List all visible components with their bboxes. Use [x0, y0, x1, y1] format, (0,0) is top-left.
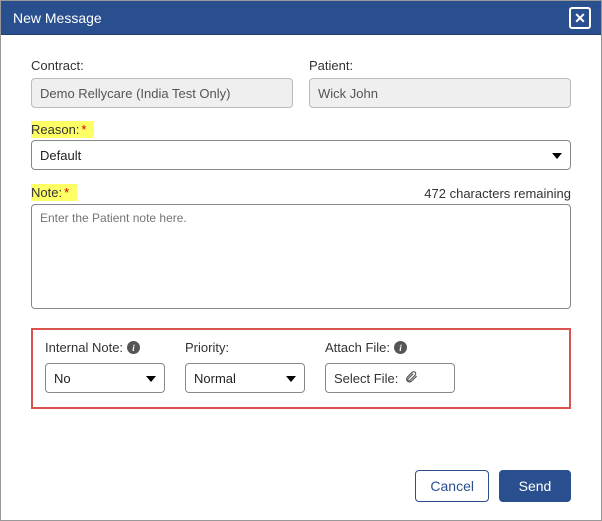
priority-value: Normal: [194, 371, 236, 386]
attach-file-button[interactable]: Select File:: [325, 363, 455, 393]
dialog-footer: Cancel Send: [415, 470, 571, 502]
note-label-text: Note:: [31, 185, 62, 200]
attach-file-label-text: Attach File:: [325, 340, 390, 355]
note-header-row: Note:* 472 characters remaining: [31, 184, 571, 201]
paperclip-icon: [404, 370, 418, 387]
internal-note-value: No: [54, 371, 71, 386]
contract-value: Demo Rellycare (India Test Only): [40, 86, 231, 101]
send-button[interactable]: Send: [499, 470, 571, 502]
note-label: Note:*: [31, 184, 77, 201]
characters-remaining: 472 characters remaining: [424, 186, 571, 201]
priority-select[interactable]: Normal: [185, 363, 305, 393]
dialog-header: New Message ✕: [1, 1, 601, 35]
patient-value: Wick John: [318, 86, 378, 101]
contract-col: Contract: Demo Rellycare (India Test Onl…: [31, 57, 293, 108]
patient-col: Patient: Wick John: [309, 57, 571, 108]
internal-note-label-text: Internal Note:: [45, 340, 123, 355]
reason-selected-value: Default: [40, 148, 81, 163]
info-icon[interactable]: i: [127, 341, 140, 354]
priority-label: Priority:: [185, 340, 305, 355]
reason-label-text: Reason:: [31, 122, 79, 137]
reason-section: Reason:* Default: [31, 122, 571, 170]
reason-label: Reason:*: [31, 121, 94, 138]
patient-label: Patient:: [309, 57, 361, 74]
reason-required-star: *: [81, 122, 86, 137]
close-button[interactable]: ✕: [569, 7, 591, 29]
patient-field: Wick John: [309, 78, 571, 108]
close-icon: ✕: [574, 11, 586, 25]
reason-select[interactable]: Default: [31, 140, 571, 170]
dialog-body: Contract: Demo Rellycare (India Test Onl…: [1, 35, 601, 419]
contract-label: Contract:: [31, 57, 92, 74]
attach-file-text: Select File:: [334, 371, 398, 386]
internal-note-col: Internal Note: i No: [45, 340, 165, 393]
new-message-dialog: New Message ✕ Contract: Demo Rellycare (…: [0, 0, 602, 521]
dialog-title: New Message: [13, 10, 102, 26]
cancel-button[interactable]: Cancel: [415, 470, 489, 502]
info-icon[interactable]: i: [394, 341, 407, 354]
attach-file-col: Attach File: i Select File:: [325, 340, 455, 393]
internal-note-select[interactable]: No: [45, 363, 165, 393]
priority-label-text: Priority:: [185, 340, 229, 355]
note-textarea[interactable]: [31, 204, 571, 309]
contract-field: Demo Rellycare (India Test Only): [31, 78, 293, 108]
priority-col: Priority: Normal: [185, 340, 305, 393]
internal-note-label: Internal Note: i: [45, 340, 165, 355]
attach-file-label: Attach File: i: [325, 340, 455, 355]
options-box: Internal Note: i No Priority: Normal Att…: [31, 328, 571, 409]
contract-patient-row: Contract: Demo Rellycare (India Test Onl…: [31, 57, 571, 108]
note-required-star: *: [64, 185, 69, 200]
